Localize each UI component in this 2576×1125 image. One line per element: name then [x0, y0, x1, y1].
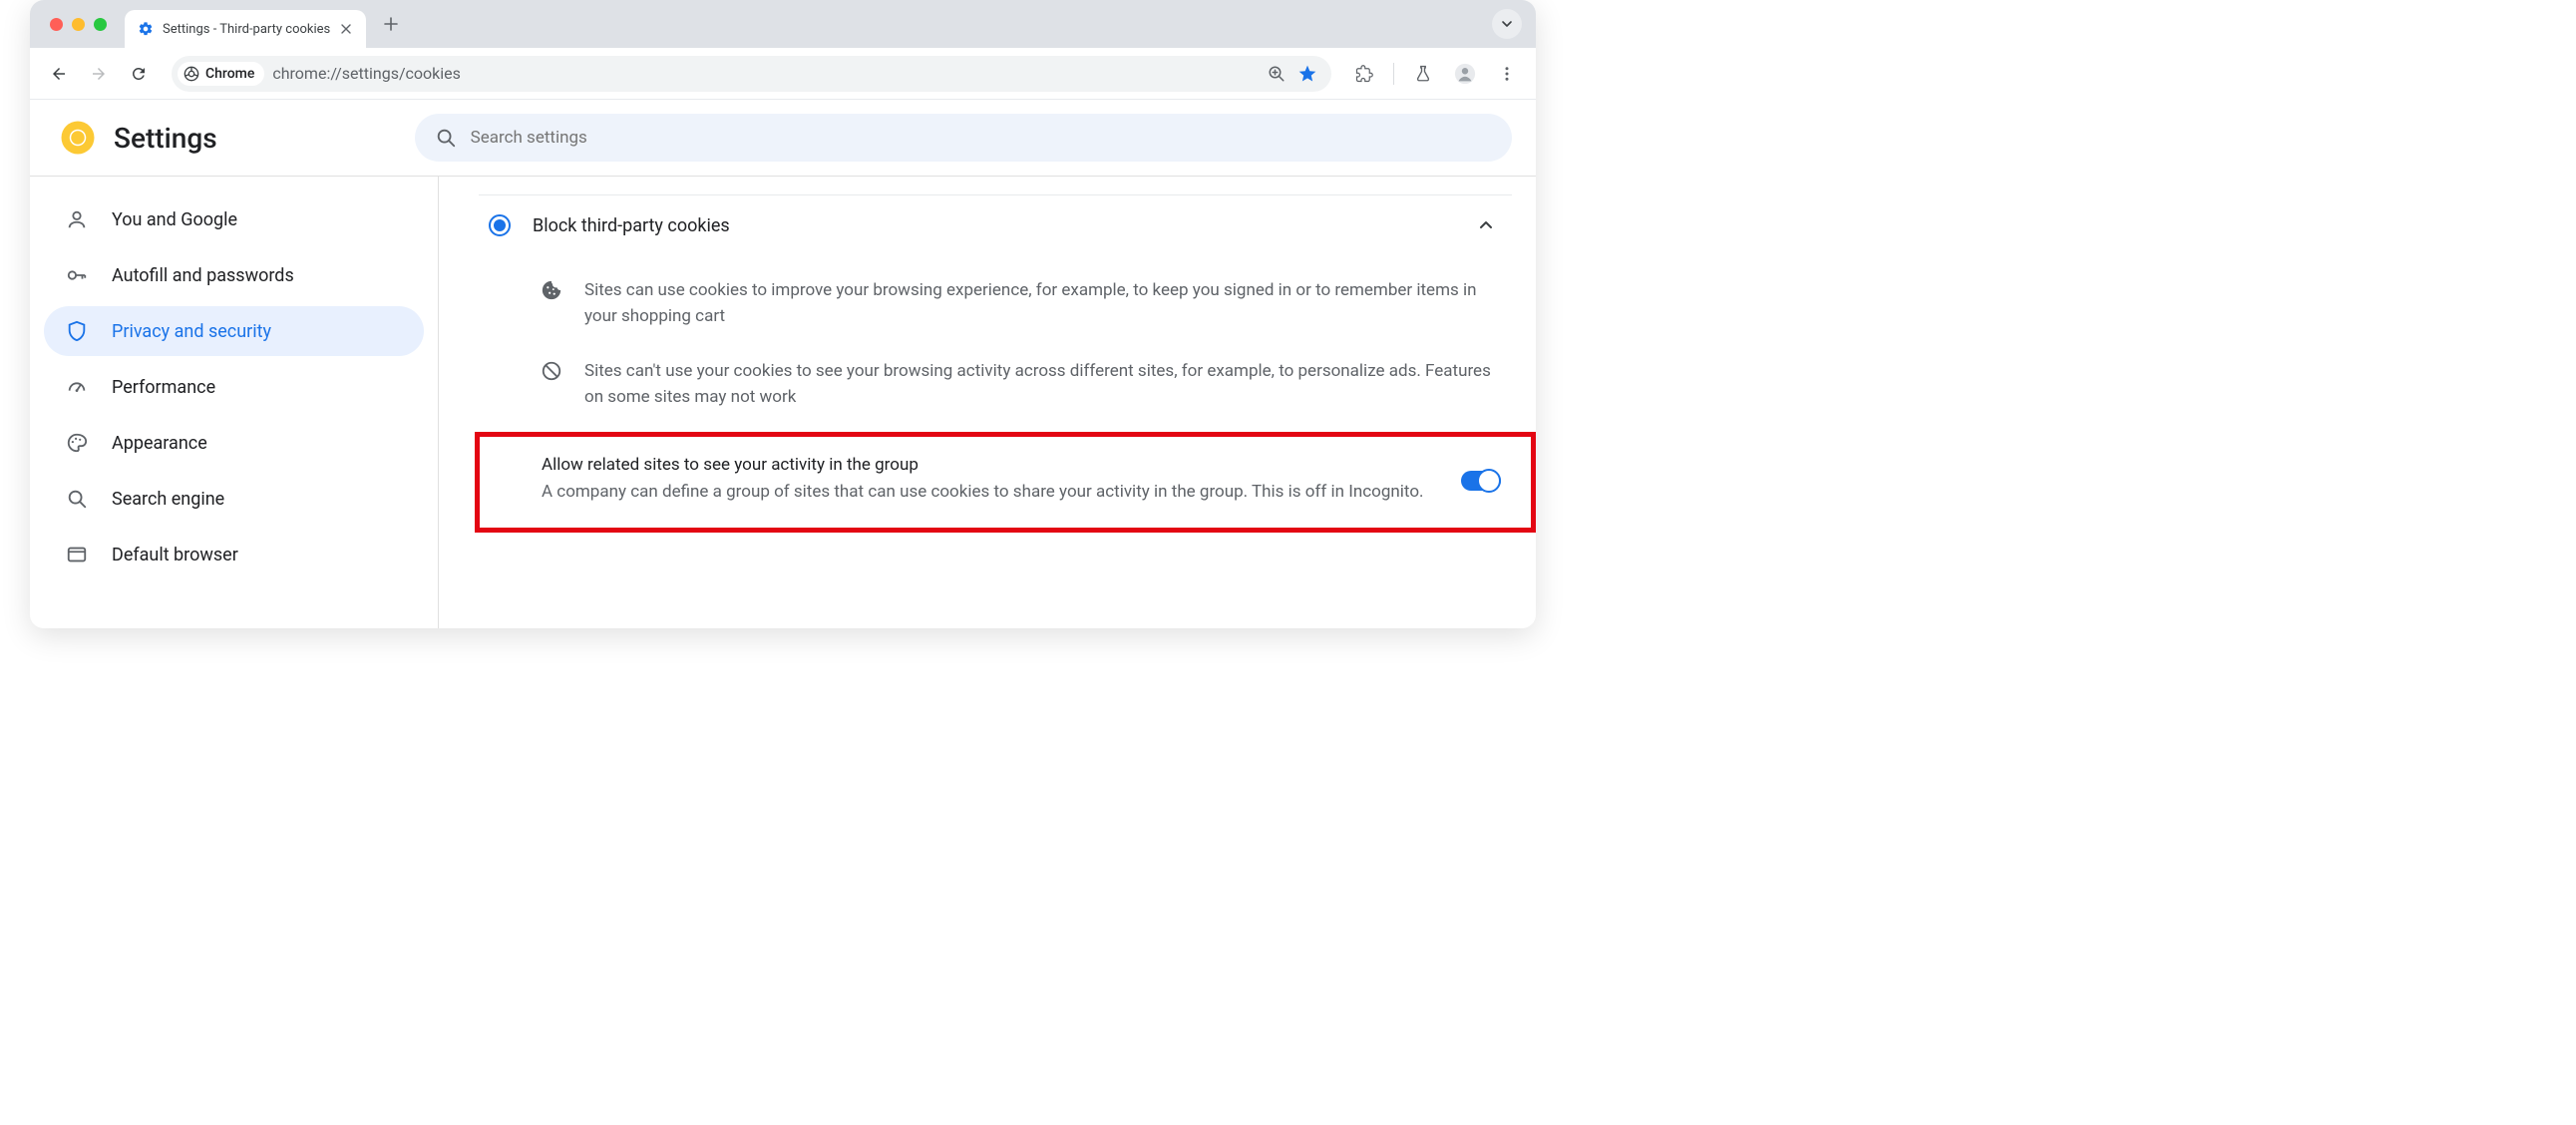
search-icon: [66, 488, 88, 510]
sidebar-item-label: Privacy and security: [112, 321, 271, 342]
sidebar-item-default-browser[interactable]: Default browser: [44, 530, 424, 579]
new-tab-button[interactable]: [376, 9, 406, 39]
profile-button[interactable]: [1448, 57, 1482, 91]
minimize-window-button[interactable]: [72, 18, 85, 31]
settings-header: Settings: [30, 100, 1536, 177]
address-bar[interactable]: Chrome chrome://settings/cookies: [172, 56, 1331, 92]
settings-page: Settings You and Google Au: [30, 100, 1536, 628]
reload-button[interactable]: [122, 57, 156, 91]
tab-title: Settings - Third-party cookies: [163, 22, 330, 37]
shield-icon: [66, 320, 88, 342]
detail-row-allowed: Sites can use cookies to improve your br…: [541, 263, 1502, 344]
browser-toolbar: Chrome chrome://settings/cookies: [30, 48, 1536, 100]
settings-sidebar: You and Google Autofill and passwords Pr…: [30, 177, 439, 628]
palette-icon: [66, 432, 88, 454]
radio-selected-icon[interactable]: [489, 214, 511, 236]
sidebar-item-label: Performance: [112, 377, 215, 398]
extensions-button[interactable]: [1347, 57, 1381, 91]
gear-icon: [137, 20, 155, 38]
detail-text-blocked: Sites can't use your cookies to see your…: [584, 358, 1502, 411]
collapse-button[interactable]: [1470, 209, 1502, 241]
maximize-window-button[interactable]: [94, 18, 107, 31]
close-window-button[interactable]: [50, 18, 63, 31]
browser-tab[interactable]: Settings - Third-party cookies: [125, 10, 366, 48]
related-sites-toggle-row: Allow related sites to see your activity…: [475, 432, 1536, 532]
option-details: Sites can use cookies to improve your br…: [479, 255, 1512, 432]
window-controls: [50, 18, 107, 31]
tab-overflow-button[interactable]: [1492, 9, 1522, 39]
search-icon: [435, 127, 457, 149]
settings-body: You and Google Autofill and passwords Pr…: [30, 177, 1536, 628]
toggle-title: Allow related sites to see your activity…: [542, 455, 1437, 475]
search-input[interactable]: [471, 128, 1492, 148]
key-icon: [66, 264, 88, 286]
person-icon: [66, 208, 88, 230]
settings-main: Block third-party cookies Sites can use …: [439, 177, 1536, 628]
option-block-third-party[interactable]: Block third-party cookies: [479, 194, 1512, 255]
bookmark-star-icon[interactable]: [1297, 64, 1317, 84]
site-info-chip[interactable]: Chrome: [178, 62, 264, 86]
sidebar-item-label: Search engine: [112, 489, 224, 510]
chrome-icon: [184, 66, 199, 82]
menu-button[interactable]: [1490, 57, 1524, 91]
sidebar-item-label: Autofill and passwords: [112, 265, 294, 286]
forward-button[interactable]: [82, 57, 116, 91]
sidebar-item-label: You and Google: [112, 209, 237, 230]
sidebar-item-label: Default browser: [112, 545, 238, 565]
detail-row-blocked: Sites can't use your cookies to see your…: [541, 344, 1502, 425]
detail-text-allowed: Sites can use cookies to improve your br…: [584, 277, 1502, 330]
search-settings-box[interactable]: [415, 114, 1512, 162]
sidebar-item-you-and-google[interactable]: You and Google: [44, 194, 424, 244]
cookie-icon: [541, 279, 562, 301]
tab-strip: Settings - Third-party cookies: [30, 0, 1536, 48]
chrome-chip-label: Chrome: [205, 66, 254, 82]
chevron-up-icon: [1478, 217, 1494, 233]
chrome-logo-icon: [60, 120, 96, 156]
page-title: Settings: [114, 122, 217, 155]
sidebar-item-appearance[interactable]: Appearance: [44, 418, 424, 468]
sidebar-item-performance[interactable]: Performance: [44, 362, 424, 412]
close-tab-button[interactable]: [338, 21, 354, 37]
zoom-icon[interactable]: [1268, 65, 1286, 83]
cookies-section: Block third-party cookies Sites can use …: [479, 194, 1512, 533]
back-button[interactable]: [42, 57, 76, 91]
toggle-description: A company can define a group of sites th…: [542, 479, 1437, 505]
labs-button[interactable]: [1406, 57, 1440, 91]
sidebar-item-search-engine[interactable]: Search engine: [44, 474, 424, 524]
browser-window: Settings - Third-party cookies Chrome: [30, 0, 1536, 628]
browser-icon: [66, 544, 88, 565]
speedometer-icon: [66, 376, 88, 398]
block-icon: [541, 360, 562, 382]
sidebar-item-label: Appearance: [112, 433, 207, 454]
sidebar-item-autofill[interactable]: Autofill and passwords: [44, 250, 424, 300]
related-sites-toggle[interactable]: [1461, 471, 1501, 491]
toolbar-divider: [1393, 63, 1394, 85]
option-title: Block third-party cookies: [533, 215, 1448, 236]
sidebar-item-privacy[interactable]: Privacy and security: [44, 306, 424, 356]
url-text: chrome://settings/cookies: [272, 64, 1260, 83]
